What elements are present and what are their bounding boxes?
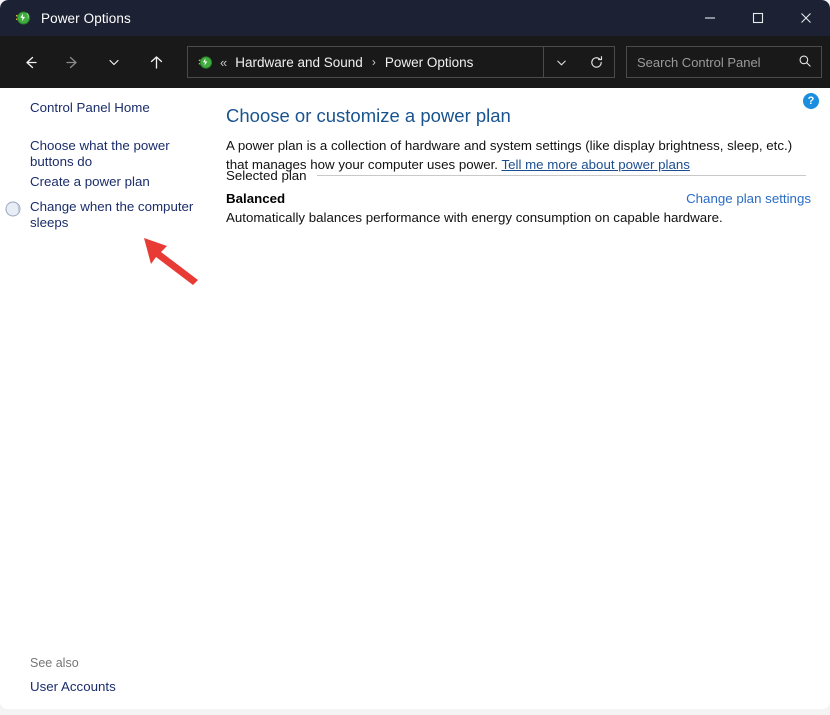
see-also-link-user-accounts[interactable]: User Accounts xyxy=(30,679,116,694)
sidebar-item-choose-power-buttons[interactable]: Choose what the power buttons do xyxy=(30,138,170,170)
plan-description: Automatically balances performance with … xyxy=(226,210,723,225)
sidebar: Control Panel Home Choose what the power… xyxy=(0,88,222,709)
back-arrow-icon[interactable] xyxy=(15,47,45,77)
main-panel: ? Choose or customize a power plan A pow… xyxy=(222,88,830,709)
refresh-icon[interactable] xyxy=(578,47,614,77)
breadcrumb-hardware-and-sound[interactable]: Hardware and Sound xyxy=(235,55,363,70)
sidebar-item-control-panel-home[interactable]: Control Panel Home xyxy=(30,100,200,116)
sidebar-item-create-power-plan[interactable]: Create a power plan xyxy=(30,174,190,190)
power-options-window: Power Options « Hardware and Sound › Pow… xyxy=(0,0,830,709)
navigation-toolbar: « Hardware and Sound › Power Options xyxy=(0,36,830,88)
address-chevron-down-icon[interactable] xyxy=(544,47,578,77)
selected-plan-label: Selected plan xyxy=(226,167,307,183)
search-box[interactable] xyxy=(626,46,822,78)
maximize-button[interactable] xyxy=(734,0,782,36)
section-divider xyxy=(316,174,806,176)
help-icon[interactable]: ? xyxy=(803,93,819,109)
recent-locations-chevron-down-icon[interactable] xyxy=(99,47,129,77)
close-button[interactable] xyxy=(782,0,830,36)
sidebar-item-change-when-computer-sleeps[interactable]: Change when the computer sleeps xyxy=(30,199,200,231)
search-icon[interactable] xyxy=(798,54,812,73)
see-also-label: See also xyxy=(30,656,79,670)
address-bar[interactable]: « Hardware and Sound › Power Options xyxy=(187,46,615,78)
address-power-plug-icon xyxy=(196,54,213,71)
sleep-moon-icon xyxy=(5,201,21,217)
change-plan-settings-link[interactable]: Change plan settings xyxy=(686,191,811,206)
selected-plan-section-header: Selected plan xyxy=(226,166,806,184)
address-bar-actions xyxy=(543,47,614,77)
window-title: Power Options xyxy=(41,10,131,26)
breadcrumb-separator: › xyxy=(371,55,376,69)
title-bar: Power Options xyxy=(0,0,830,36)
up-arrow-icon[interactable] xyxy=(141,47,171,77)
page-title: Choose or customize a power plan xyxy=(226,105,511,126)
breadcrumb-overflow[interactable]: « xyxy=(220,55,227,70)
forward-arrow-icon[interactable] xyxy=(57,47,87,77)
minimize-button[interactable] xyxy=(686,0,734,36)
search-input[interactable] xyxy=(637,54,787,70)
content-area: Control Panel Home Choose what the power… xyxy=(0,88,830,709)
window-controls xyxy=(686,0,830,36)
screen: Power Options « Hardware and Sound › Pow… xyxy=(0,0,830,715)
power-plug-icon xyxy=(13,9,31,27)
plan-name: Balanced xyxy=(226,191,286,206)
breadcrumb-power-options[interactable]: Power Options xyxy=(385,55,474,70)
